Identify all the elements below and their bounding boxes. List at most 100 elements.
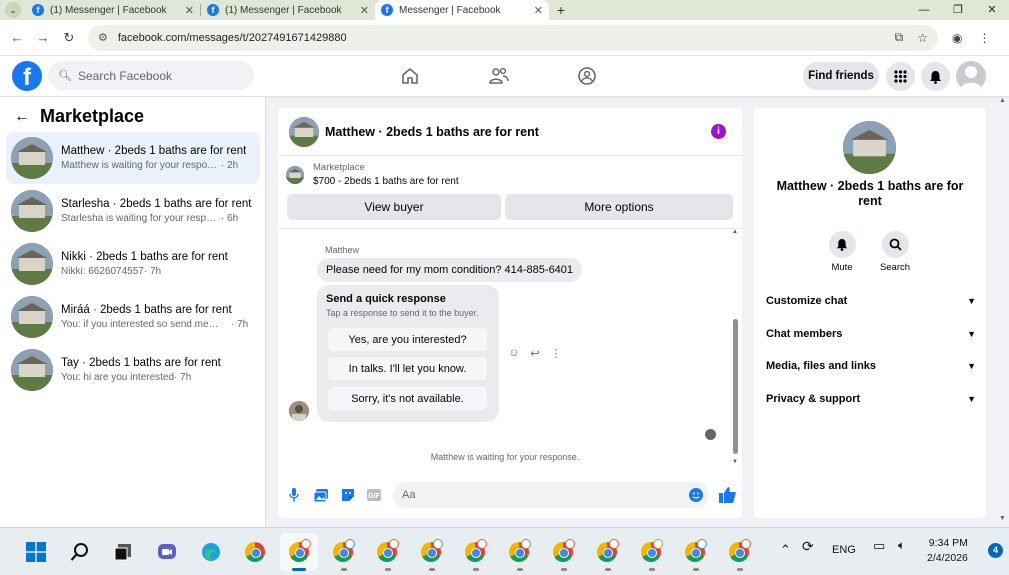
media-files-links-section[interactable]: Media, files and links ▼ xyxy=(766,356,976,376)
sender-avatar[interactable] xyxy=(289,401,309,421)
scrollbar-thumb[interactable] xyxy=(733,319,738,454)
bookmark-star-icon[interactable]: ☆ xyxy=(917,31,928,45)
scroll-up-icon[interactable]: ▲ xyxy=(999,97,1006,104)
notification-count-badge[interactable]: 4 xyxy=(988,543,1003,558)
scroll-up-icon[interactable]: ▲ xyxy=(732,229,738,235)
conversation-item[interactable]: Nikki · 2beds 1 baths are for rent Nikki… xyxy=(6,238,260,290)
chrome-profile-icon[interactable] xyxy=(595,539,619,564)
listing-price[interactable]: $700 - 2beds 1 baths are for rent xyxy=(313,176,459,187)
close-icon[interactable]: ✕ xyxy=(185,4,194,17)
search-icon[interactable] xyxy=(68,540,92,564)
chrome-profile-icon[interactable] xyxy=(507,539,531,564)
volume-icon[interactable]: 🔈︎ xyxy=(898,538,905,553)
search-conversation-button[interactable]: Search xyxy=(875,231,915,273)
listing-thumbnail[interactable] xyxy=(289,116,319,147)
conversation-item[interactable]: Starlesha · 2beds 1 baths are for rent S… xyxy=(6,185,260,237)
chrome-profile-icon[interactable] xyxy=(639,539,663,564)
view-buyer-button[interactable]: View buyer xyxy=(287,194,501,220)
thread-scrollbar[interactable]: ▲ ▼ xyxy=(732,229,740,469)
browser-tab-1[interactable]: f (1) Messenger | Facebook ✕ xyxy=(26,0,200,20)
close-icon[interactable]: ✕ xyxy=(360,4,369,17)
facebook-favicon-icon: f xyxy=(381,4,393,16)
language-indicator[interactable]: ENG xyxy=(832,544,856,556)
quick-response-yes[interactable]: Yes, are you interested? xyxy=(328,328,487,351)
system-clock[interactable]: 9:34 PM 2/4/2026 xyxy=(927,536,968,566)
message-input-box[interactable] xyxy=(393,482,709,508)
profile-icon[interactable]: ◉ xyxy=(952,31,962,45)
browser-tab-2[interactable]: f (1) Messenger | Facebook ✕ xyxy=(201,0,375,20)
message-bubble[interactable]: Please need for my mom condition? 414-88… xyxy=(317,258,583,282)
search-input[interactable] xyxy=(77,68,248,83)
edge-browser-icon[interactable] xyxy=(199,540,223,564)
react-smiley-icon[interactable]: ☺ xyxy=(507,346,521,360)
show-hidden-icons-icon[interactable]: ⌃ xyxy=(780,542,791,558)
back-arrow-icon[interactable]: ← xyxy=(4,30,30,45)
chrome-profile-icon[interactable] xyxy=(727,539,751,564)
friends-icon[interactable] xyxy=(488,65,510,87)
notifications-button[interactable] xyxy=(921,62,950,91)
network-icon[interactable]: ▭ xyxy=(873,538,885,554)
kebab-menu-icon[interactable]: ⋮ xyxy=(978,31,990,45)
scroll-down-icon[interactable]: ▼ xyxy=(732,459,738,465)
task-view-icon[interactable] xyxy=(111,540,135,564)
privacy-support-section[interactable]: Privacy & support ▼ xyxy=(766,389,976,409)
quick-response-not-available[interactable]: Sorry, it's not available. xyxy=(328,387,487,410)
scroll-down-icon[interactable]: ▼ xyxy=(999,515,1006,522)
chat-title[interactable]: Matthew · 2beds 1 baths are for rent xyxy=(325,125,539,139)
section-label: Privacy & support xyxy=(766,393,861,405)
account-avatar[interactable] xyxy=(956,61,986,91)
chat-members-section[interactable]: Chat members ▼ xyxy=(766,324,976,344)
thumbs-up-icon[interactable] xyxy=(718,486,736,504)
minimize-icon[interactable]: — xyxy=(907,0,941,20)
windows-start-icon[interactable] xyxy=(24,540,48,564)
groups-icon[interactable] xyxy=(576,65,598,87)
more-options-button[interactable]: More options xyxy=(505,194,733,220)
chrome-profile-icon[interactable] xyxy=(683,539,707,564)
quick-response-in-talks[interactable]: In talks. I'll let you know. xyxy=(328,357,487,380)
tab-search-button[interactable]: ⌄ xyxy=(0,0,26,20)
restore-icon[interactable]: ❐ xyxy=(941,0,975,20)
customize-chat-section[interactable]: Customize chat ▼ xyxy=(766,291,976,311)
quick-response-title: Send a quick response xyxy=(326,293,446,305)
gif-icon[interactable]: GIF xyxy=(367,488,381,502)
close-window-icon[interactable]: ✕ xyxy=(975,0,1009,20)
mute-button[interactable]: Mute xyxy=(822,231,862,273)
facebook-logo-icon[interactable]: f xyxy=(12,61,42,91)
conversation-item[interactable]: Matthew · 2beds 1 baths are for rent Mat… xyxy=(6,132,260,184)
chrome-profile-icon[interactable] xyxy=(331,539,355,564)
emoji-icon[interactable] xyxy=(689,488,703,502)
page-scrollbar[interactable]: ▲ ▼ xyxy=(998,97,1009,527)
new-tab-button[interactable]: + xyxy=(549,2,573,18)
message-input[interactable] xyxy=(402,489,672,501)
chrome-profile-icon[interactable] xyxy=(463,539,487,564)
more-vertical-icon[interactable]: ⋮ xyxy=(549,346,563,360)
teams-chat-icon[interactable] xyxy=(155,540,179,564)
forward-arrow-icon[interactable]: → xyxy=(30,30,56,45)
facebook-search[interactable]: 🔍︎ xyxy=(48,61,254,90)
chrome-profile-icon[interactable] xyxy=(375,539,399,564)
conversation-item[interactable]: Tay · 2beds 1 baths are for rent You: hi… xyxy=(6,344,260,396)
site-info-icon[interactable]: ⚙ xyxy=(98,31,108,44)
home-icon[interactable] xyxy=(399,65,421,87)
microphone-icon[interactable] xyxy=(287,488,301,502)
sync-icon[interactable]: ⟳ xyxy=(802,538,814,555)
quick-response-subtitle: Tap a response to send it to the buyer. xyxy=(326,308,479,318)
reply-icon[interactable]: ↩ xyxy=(528,346,542,360)
info-icon[interactable]: i xyxy=(711,124,726,139)
photo-icon[interactable] xyxy=(314,488,328,502)
reload-icon[interactable]: ↻ xyxy=(56,30,82,46)
address-bar[interactable]: ⚙ facebook.com/messages/t/20274916714298… xyxy=(88,24,938,51)
chrome-profile-icon[interactable] xyxy=(551,539,575,564)
conversation-item[interactable]: Miráá · 2beds 1 baths are for rent You: … xyxy=(6,291,260,343)
sticker-icon[interactable] xyxy=(341,488,355,502)
menu-grid-button[interactable] xyxy=(886,62,915,91)
chrome-profile-icon[interactable] xyxy=(419,539,443,564)
chrome-icon[interactable] xyxy=(243,540,267,564)
find-friends-button[interactable]: Find friends xyxy=(803,62,879,90)
close-icon[interactable]: ✕ xyxy=(534,4,543,17)
browser-tab-3[interactable]: f Messenger | Facebook ✕ xyxy=(375,0,549,20)
chrome-profile-icon[interactable] xyxy=(287,539,311,564)
install-app-icon[interactable]: ⧉ xyxy=(895,30,904,45)
back-arrow-icon[interactable]: ← xyxy=(14,108,30,126)
listing-thumbnail xyxy=(11,137,53,179)
